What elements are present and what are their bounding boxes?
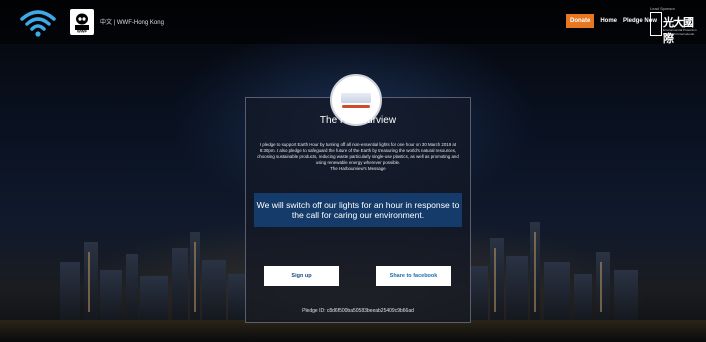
language-brand-link[interactable]: 中文 | WWF-Hong Kong	[100, 17, 164, 26]
top-nav: Donate Home Pledge Now	[566, 14, 657, 28]
donate-button[interactable]: Donate	[566, 14, 595, 28]
organization-title: The Harbourview	[319, 115, 397, 126]
message-banner: We will switch off our lights for an hou…	[254, 193, 462, 227]
panda-icon: WWF	[75, 13, 89, 34]
sponsor-name-en: Environmental Protection Everbright Inte…	[663, 28, 697, 36]
lead-sponsor-logo[interactable]: Lead Sponsor 光大國際 Environmental Protecti…	[650, 6, 698, 45]
sponsor-mark-icon	[650, 12, 662, 36]
wwf-panda-logo[interactable]: WWF	[70, 9, 94, 35]
badge-emblem-icon	[341, 92, 371, 103]
badge-swoosh-icon	[342, 104, 370, 108]
pledge-statement: I pledge to support Earth Hour by turnin…	[256, 142, 460, 172]
pledge-text: I pledge to support Earth Hour by turnin…	[257, 142, 459, 165]
top-header-bar: WWF 中文 | WWF-Hong Kong Donate Home Pledg…	[0, 0, 706, 45]
nav-home-link[interactable]: Home	[600, 18, 617, 24]
message-label: The Harbourview's Message	[330, 166, 386, 171]
sign-up-button[interactable]: Sign up	[264, 266, 339, 286]
pledge-id: Pledge ID: c8d6f500ba50583beeab25409c9b6…	[302, 308, 414, 314]
wifi-icon	[20, 10, 56, 37]
share-to-facebook-button[interactable]: Share to facebook	[376, 266, 451, 286]
svg-text:WWF: WWF	[77, 29, 88, 34]
sponsor-label: Lead Sponsor	[650, 6, 675, 11]
